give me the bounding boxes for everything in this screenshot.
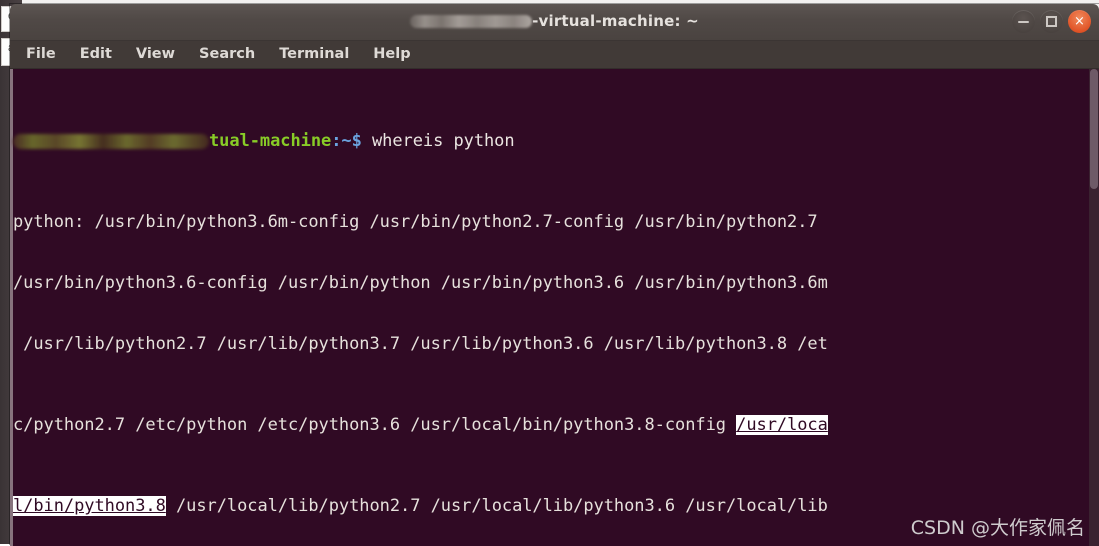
maximize-button[interactable] — [1040, 10, 1063, 33]
menu-search[interactable]: Search — [187, 43, 267, 66]
menu-help[interactable]: Help — [361, 43, 422, 66]
terminal-line-out-4: c/python2.7 /etc/python /etc/python3.6 /… — [13, 415, 1089, 436]
selected-path-part-2[interactable]: l/bin/python3.8 — [13, 496, 166, 517]
terminal-line-out-1: python: /usr/bin/python3.6m-config /usr/… — [13, 212, 818, 233]
window-titlebar[interactable]: -virtual-machine: ~ × — [10, 4, 1099, 41]
terminal-line-out-2: /usr/bin/python3.6-config /usr/bin/pytho… — [13, 272, 828, 293]
command-text: whereis python — [371, 130, 515, 151]
terminal-scrollbar[interactable] — [1089, 69, 1099, 546]
menubar: File Edit View Search Terminal Help — [10, 41, 1099, 69]
terminal-text: tual-machine:~$ whereis python python: /… — [13, 70, 1089, 546]
terminal-line-out-3: /usr/lib/python2.7 /usr/lib/python3.7 /u… — [13, 333, 828, 354]
minimize-icon — [1018, 21, 1029, 23]
window-title-text: -virtual-machine: ~ — [532, 12, 699, 30]
close-icon: × — [1074, 14, 1085, 29]
prompt-host-tail: tual-machine — [209, 130, 332, 151]
prompt-path-1: :~$ — [331, 130, 362, 151]
menu-file[interactable]: File — [14, 43, 68, 66]
terminal-scrollbar-thumb[interactable] — [1090, 69, 1098, 189]
terminal-output-area[interactable]: tual-machine:~$ whereis python python: /… — [10, 69, 1099, 546]
watermark: CSDN @大作家佩名 — [910, 517, 1085, 539]
redacted-hostname-block — [410, 15, 533, 28]
terminal-line-out-4-text: c/python2.7 /etc/python /etc/python3.6 /… — [13, 415, 737, 436]
redacted-prompt-block — [13, 133, 209, 149]
menu-edit[interactable]: Edit — [68, 43, 124, 66]
maximize-icon — [1046, 16, 1057, 27]
close-button[interactable]: × — [1068, 10, 1091, 33]
window-controls: × — [1012, 10, 1091, 33]
terminal-line-out-5-text: /usr/local/lib/python2.7 /usr/local/lib/… — [165, 496, 828, 517]
terminal-line-prompt-1: tual-machine:~$ whereis python — [13, 131, 1089, 151]
window-title: -virtual-machine: ~ — [10, 12, 1099, 30]
terminal-window: -virtual-machine: ~ × File Edit View Sea… — [10, 4, 1099, 546]
minimize-button[interactable] — [1012, 10, 1035, 33]
menu-terminal[interactable]: Terminal — [267, 43, 361, 66]
selected-path-part-1[interactable]: /usr/loca — [736, 415, 828, 436]
menu-view[interactable]: View — [124, 43, 187, 66]
